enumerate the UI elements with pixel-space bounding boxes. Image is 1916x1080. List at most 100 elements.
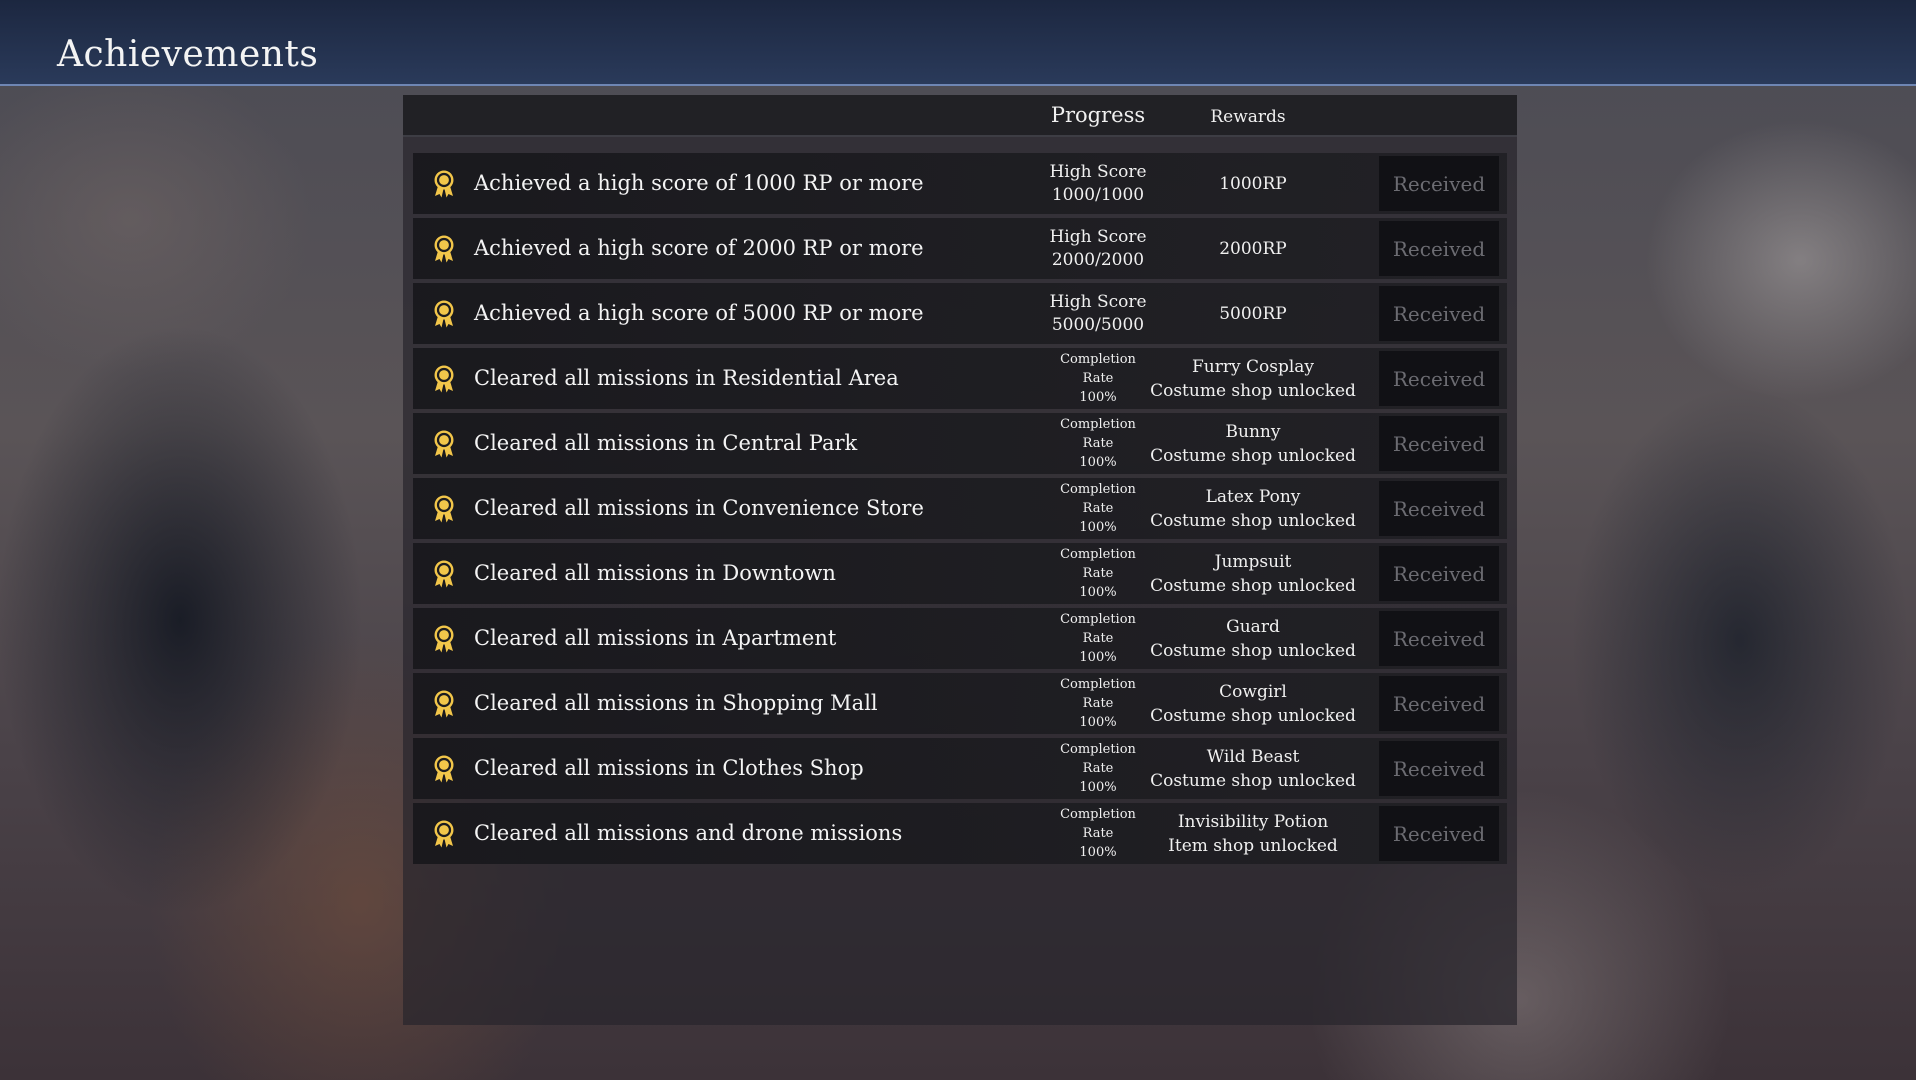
progress-line: 100% [1079, 585, 1117, 600]
achievement-title: Cleared all missions in Downtown [474, 561, 836, 585]
progress-line: Rate [1082, 631, 1114, 646]
achievement-reward: 2000RP [1153, 218, 1353, 279]
received-button[interactable]: Received [1379, 156, 1499, 211]
received-button[interactable]: Received [1379, 286, 1499, 341]
achievement-progress: Completion Rate 100% [1023, 803, 1173, 864]
progress-line: 2000/2000 [1051, 249, 1145, 270]
progress-column-header: Progress [1050, 103, 1146, 127]
achievements-panel: Progress Rewards Achieved a high score o… [403, 95, 1517, 1025]
medal-icon [431, 300, 457, 328]
progress-line: Rate [1082, 696, 1114, 711]
achievement-row[interactable]: Achieved a high score of 1000 RP or more… [413, 153, 1507, 214]
reward-line: Guard [1226, 616, 1280, 637]
achievement-row[interactable]: Achieved a high score of 2000 RP or more… [413, 218, 1507, 279]
achievement-progress: High Score 2000/2000 [1023, 218, 1173, 279]
progress-line: Rate [1082, 436, 1114, 451]
page-title: Achievements [57, 34, 319, 75]
achievement-reward: Jumpsuit Costume shop unlocked [1150, 543, 1356, 604]
achievement-row[interactable]: Cleared all missions in Shopping Mall Com… [413, 673, 1507, 734]
received-button[interactable]: Received [1379, 676, 1499, 731]
progress-line: 100% [1079, 780, 1117, 795]
achievement-reward: Guard Costume shop unlocked [1150, 608, 1356, 669]
achievement-row[interactable]: Achieved a high score of 5000 RP or more… [413, 283, 1507, 344]
medal-icon [431, 690, 457, 718]
progress-line: High Score [1049, 291, 1147, 312]
achievement-list[interactable]: Achieved a high score of 1000 RP or more… [413, 153, 1507, 868]
received-button[interactable]: Received [1379, 546, 1499, 601]
reward-line: Jumpsuit [1214, 551, 1292, 572]
achievement-row[interactable]: Cleared all missions in Downtown Completi… [413, 543, 1507, 604]
reward-line: Furry Cosplay [1191, 356, 1315, 377]
progress-line: Completion [1060, 547, 1136, 562]
progress-line: 100% [1079, 715, 1117, 730]
achievement-title: Cleared all missions in Central Park [474, 431, 858, 455]
received-button[interactable]: Received [1379, 221, 1499, 276]
top-bar: Achievements [0, 0, 1916, 86]
progress-line: Rate [1082, 826, 1114, 841]
progress-line: Rate [1082, 371, 1114, 386]
progress-line: Rate [1082, 501, 1114, 516]
reward-line: Costume shop unlocked [1150, 575, 1356, 596]
rewards-column-header: Rewards [1210, 107, 1286, 127]
medal-icon [431, 755, 457, 783]
achievement-title: Cleared all missions and drone missions [474, 821, 903, 845]
reward-line: Costume shop unlocked [1150, 705, 1356, 726]
achievement-reward: Furry Cosplay Costume shop unlocked [1150, 348, 1356, 409]
progress-line: Completion [1060, 677, 1136, 692]
progress-line: 100% [1079, 845, 1117, 860]
reward-line: Invisibility Potion [1177, 811, 1329, 832]
reward-line: Item shop unlocked [1168, 835, 1338, 856]
reward-line: 5000RP [1219, 303, 1287, 324]
achievement-reward: Cowgirl Costume shop unlocked [1150, 673, 1356, 734]
achievement-title: Achieved a high score of 1000 RP or more [474, 171, 924, 195]
reward-line: Costume shop unlocked [1150, 640, 1356, 661]
progress-line: 1000/1000 [1051, 184, 1145, 205]
achievement-progress: High Score 1000/1000 [1023, 153, 1173, 214]
progress-line: High Score [1049, 161, 1147, 182]
reward-line: 2000RP [1219, 238, 1287, 259]
received-button[interactable]: Received [1379, 806, 1499, 861]
received-button[interactable]: Received [1379, 481, 1499, 536]
achievement-reward: 1000RP [1153, 153, 1353, 214]
progress-line: Completion [1060, 807, 1136, 822]
achievement-title: Cleared all missions in Clothes Shop [474, 756, 864, 780]
achievement-row[interactable]: Cleared all missions in Residential Area… [413, 348, 1507, 409]
medal-icon [431, 625, 457, 653]
achievement-title: Cleared all missions in Apartment [474, 626, 837, 650]
achievement-title: Cleared all missions in Convenience Stor… [474, 496, 924, 520]
received-button[interactable]: Received [1379, 741, 1499, 796]
progress-line: High Score [1049, 226, 1147, 247]
medal-icon [431, 235, 457, 263]
reward-line: Costume shop unlocked [1150, 510, 1356, 531]
progress-line: Completion [1060, 417, 1136, 432]
achievement-row[interactable]: Cleared all missions in Convenience Stor… [413, 478, 1507, 539]
column-header-row: Progress Rewards [403, 95, 1517, 137]
progress-line: 100% [1079, 520, 1117, 535]
medal-icon [431, 820, 457, 848]
progress-line: Completion [1060, 482, 1136, 497]
achievement-reward: Bunny Costume shop unlocked [1150, 413, 1356, 474]
progress-line: Completion [1060, 612, 1136, 627]
progress-line: Rate [1082, 566, 1114, 581]
progress-line: 100% [1079, 455, 1117, 470]
progress-line: 100% [1079, 390, 1117, 405]
reward-line: Costume shop unlocked [1150, 380, 1356, 401]
received-button[interactable]: Received [1379, 351, 1499, 406]
achievement-row[interactable]: Cleared all missions in Central Park Comp… [413, 413, 1507, 474]
reward-line: Bunny [1225, 421, 1281, 442]
medal-icon [431, 495, 457, 523]
achievement-reward: 5000RP [1153, 283, 1353, 344]
achievement-row[interactable]: Cleared all missions and drone missions C… [413, 803, 1507, 864]
medal-icon [431, 430, 457, 458]
achievement-title: Achieved a high score of 5000 RP or more [474, 301, 924, 325]
achievement-row[interactable]: Cleared all missions in Apartment Complet… [413, 608, 1507, 669]
reward-line: Wild Beast [1206, 746, 1300, 767]
progress-line: Completion [1060, 742, 1136, 757]
progress-line: 100% [1079, 650, 1117, 665]
achievement-reward: Latex Pony Costume shop unlocked [1150, 478, 1356, 539]
received-button[interactable]: Received [1379, 611, 1499, 666]
progress-line: 5000/5000 [1051, 314, 1145, 335]
achievement-row[interactable]: Cleared all missions in Clothes Shop Comp… [413, 738, 1507, 799]
achievement-reward: Invisibility Potion Item shop unlocked [1153, 803, 1353, 864]
received-button[interactable]: Received [1379, 416, 1499, 471]
